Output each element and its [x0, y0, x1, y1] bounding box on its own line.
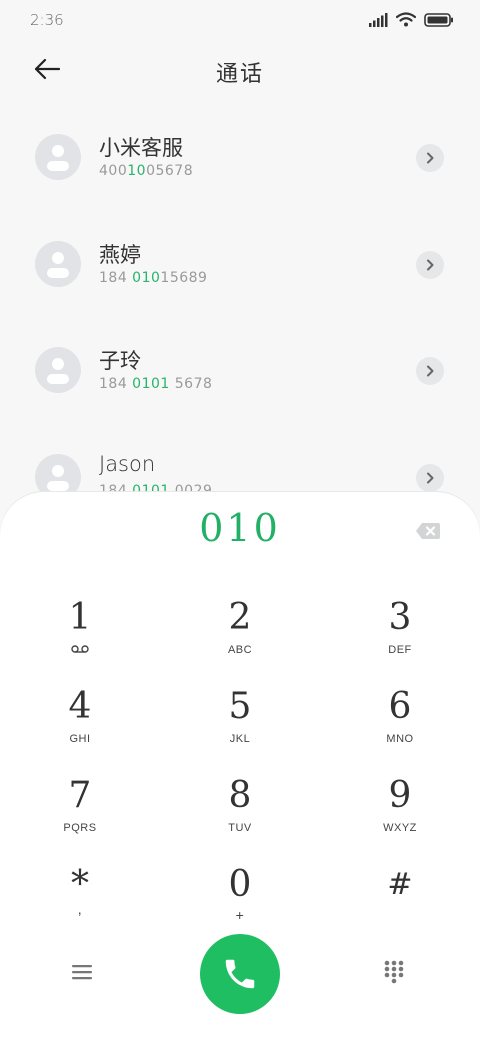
key-6[interactable]: 6 MNO [340, 685, 460, 765]
menu-icon [72, 965, 92, 980]
key-hash[interactable]: # [340, 863, 460, 943]
header: 通话 [0, 44, 480, 96]
contact-detail-button[interactable] [416, 464, 444, 492]
phone-icon [225, 959, 255, 989]
contact-detail-button[interactable] [416, 144, 444, 172]
keypad-icon [384, 960, 404, 984]
contact-row[interactable]: 子玲 184 0101 5678 [0, 321, 480, 421]
status-icons [369, 12, 454, 27]
key-2[interactable]: 2 ABC [180, 596, 300, 676]
contact-number: 4001005678 [99, 163, 194, 179]
dialpad-panel: 010 1 2 ABC 3 DEF 4 GHI 5 JKL 6 MNO 7 PQ… [0, 492, 480, 1040]
contact-name: 子玲 [99, 349, 141, 373]
avatar [35, 347, 81, 393]
contact-name: Jason [99, 452, 156, 476]
chevron-right-icon [427, 259, 434, 271]
key-1[interactable]: 1 [20, 596, 140, 676]
backspace-button[interactable] [415, 522, 441, 540]
key-0[interactable]: 0 + [180, 863, 300, 943]
chevron-right-icon [427, 365, 434, 377]
page-title: 通话 [215, 62, 264, 87]
key-4[interactable]: 4 GHI [20, 685, 140, 765]
key-star[interactable]: * , [20, 863, 140, 943]
contact-name: 小米客服 [99, 136, 183, 160]
call-button[interactable] [200, 934, 280, 1014]
key-3[interactable]: 3 DEF [340, 596, 460, 676]
key-7[interactable]: 7 PQRS [20, 774, 140, 854]
dialer-action-bar [0, 934, 480, 1014]
contact-row[interactable]: 小米客服 4001005678 [0, 108, 480, 208]
dialed-number[interactable]: 010 [0, 506, 480, 550]
chevron-right-icon [427, 152, 434, 164]
number-match: 10 [127, 163, 147, 179]
key-8[interactable]: 8 TUV [180, 774, 300, 854]
keypad-toggle-button[interactable] [380, 958, 410, 988]
contact-row[interactable]: 燕婷 184 01015689 [0, 215, 480, 315]
avatar [35, 134, 81, 180]
number-match: 0101 [132, 376, 170, 392]
key-5[interactable]: 5 JKL [180, 685, 300, 765]
signal-icon [369, 12, 388, 27]
chevron-right-icon [427, 472, 434, 484]
contact-detail-button[interactable] [416, 251, 444, 279]
avatar [35, 241, 81, 287]
contact-name: 燕婷 [99, 243, 141, 267]
contact-number: 184 0101 5678 [99, 376, 213, 392]
contact-detail-button[interactable] [416, 357, 444, 385]
status-bar: 2:36 [0, 0, 480, 40]
voicemail-icon [71, 645, 89, 653]
menu-button[interactable] [70, 962, 100, 986]
status-time: 2:36 [30, 11, 64, 29]
number-match: 010 [132, 270, 161, 286]
backspace-icon [416, 523, 440, 539]
key-9[interactable]: 9 WXYZ [340, 774, 460, 854]
battery-icon [424, 12, 453, 27]
contact-number: 184 01015689 [99, 270, 208, 286]
wifi-icon [396, 12, 416, 27]
